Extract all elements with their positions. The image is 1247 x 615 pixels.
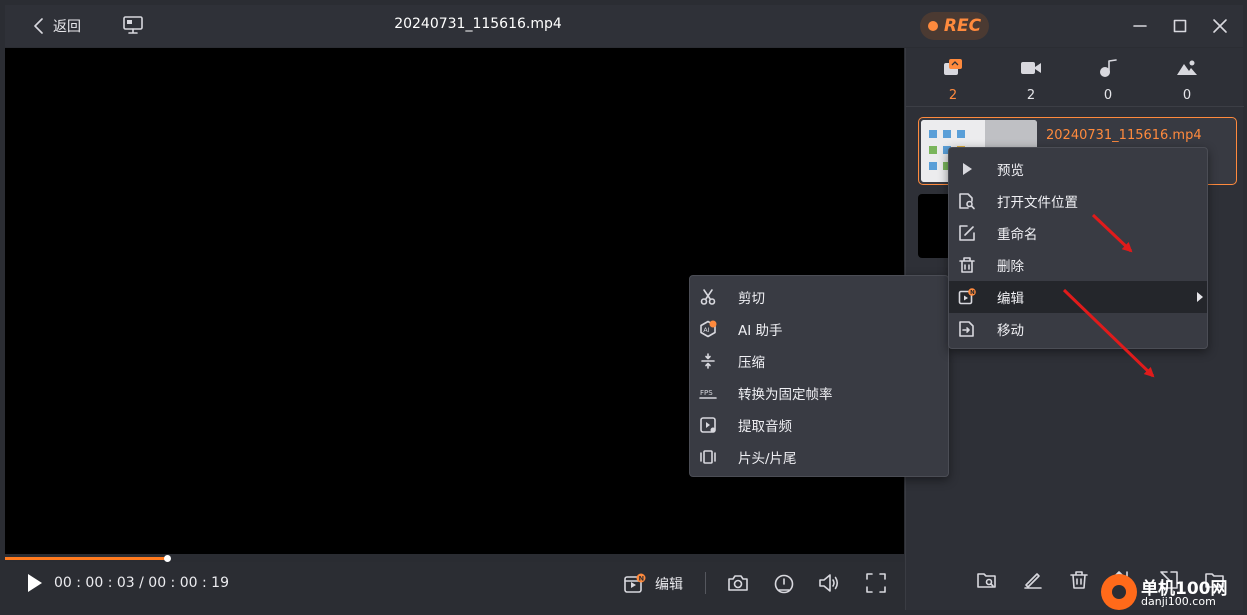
menu-item-label: 片头/片尾 — [738, 451, 797, 467]
category-count: 0 — [1103, 88, 1113, 103]
camera-icon[interactable] — [726, 571, 750, 595]
speed-icon[interactable] — [772, 571, 796, 595]
maximize-icon — [1173, 19, 1187, 33]
svg-text:AI: AI — [703, 326, 709, 334]
menu-item-intro-outro[interactable]: 片头/片尾 — [690, 441, 948, 473]
rename-icon — [959, 225, 975, 241]
divider — [906, 106, 1244, 107]
svg-text:N: N — [639, 575, 644, 583]
rec-button[interactable]: REC — [920, 12, 989, 40]
category-count: 2 — [948, 88, 958, 103]
menu-item-label: 移动 — [997, 323, 1024, 339]
menu-item-ai-assistant[interactable]: AI AI 助手 — [690, 313, 948, 345]
music-icon — [1100, 59, 1117, 77]
photo-icon — [1177, 60, 1197, 75]
edit-ai-icon: N — [958, 288, 976, 305]
category-video[interactable]: 2 — [1011, 58, 1051, 103]
menu-item-compress[interactable]: 压缩 — [690, 345, 948, 377]
fullscreen-icon[interactable] — [864, 571, 888, 595]
scissors-icon — [700, 289, 716, 305]
menu-item-label: 预览 — [997, 163, 1024, 179]
menu-item-edit[interactable]: N 编辑 — [949, 281, 1207, 313]
rename-icon[interactable] — [1021, 568, 1045, 592]
menu-item-label: AI 助手 — [738, 323, 783, 339]
svg-text:N: N — [970, 290, 975, 296]
edit-label: 编辑 — [655, 577, 683, 593]
menu-item-preview[interactable]: 预览 — [949, 153, 1207, 185]
video-icon — [1021, 62, 1041, 74]
minimize-button[interactable] — [1129, 15, 1151, 37]
context-menu: 预览 打开文件位置 重命名 删除 N 编辑 移动 — [948, 147, 1208, 349]
play-icon — [963, 163, 972, 175]
menu-item-open-location[interactable]: 打开文件位置 — [949, 185, 1207, 217]
play-icon[interactable] — [23, 572, 45, 594]
rec-label: REC — [943, 16, 982, 36]
player-controls: 00 : 00 : 03 / 00 : 00 : 19 N 编辑 — [5, 562, 904, 610]
intro-outro-icon — [700, 450, 716, 464]
divider — [705, 572, 706, 594]
menu-item-label: 编辑 — [997, 291, 1024, 307]
watermark-logo: 单机100网 danji100.com — [1095, 566, 1245, 614]
menu-item-label: 转换为固定帧率 — [738, 387, 833, 403]
watermark-url: danji100.com — [1141, 595, 1216, 608]
time-display: 00 : 00 : 03 / 00 : 00 : 19 — [54, 575, 229, 591]
trash-icon — [959, 257, 975, 273]
menu-item-label: 重命名 — [997, 227, 1038, 243]
menu-item-label: 提取音频 — [738, 419, 792, 435]
category-count: 2 — [1026, 88, 1036, 103]
menu-item-rename[interactable]: 重命名 — [949, 217, 1207, 249]
category-count: 0 — [1182, 88, 1192, 103]
file-name: 20240731_115616.mp4 — [1046, 128, 1202, 143]
svg-text:FPS: FPS — [700, 389, 713, 397]
open-folder-icon[interactable] — [975, 568, 999, 592]
menu-item-move[interactable]: 移动 — [949, 313, 1207, 345]
move-icon — [959, 321, 974, 337]
close-button[interactable] — [1209, 15, 1231, 37]
record-dot-icon — [927, 21, 938, 31]
category-image[interactable]: 2 — [933, 58, 973, 103]
chevron-left-icon — [34, 18, 43, 34]
title-bar: 返回 20240731_115616.mp4 REC — [5, 5, 1243, 47]
fps-icon: FPS — [699, 389, 717, 399]
compress-icon — [701, 353, 715, 369]
maximize-button[interactable] — [1169, 15, 1191, 37]
volume-icon[interactable] — [817, 571, 841, 595]
back-label: 返回 — [53, 19, 81, 35]
back-button[interactable]: 返回 — [33, 14, 81, 38]
menu-item-extract-audio[interactable]: 提取音频 — [690, 409, 948, 441]
progress-fill — [5, 557, 167, 560]
extract-audio-icon — [700, 417, 716, 433]
progress-handle[interactable] — [164, 555, 171, 562]
minimize-icon — [1133, 25, 1147, 27]
menu-item-cut[interactable]: 剪切 — [690, 281, 948, 313]
edit-ai-icon: N — [624, 573, 646, 593]
image-icon — [944, 59, 962, 75]
menu-item-label: 打开文件位置 — [997, 195, 1078, 211]
watermark-icon — [1101, 574, 1137, 610]
screen-icon[interactable] — [122, 15, 144, 35]
trash-icon[interactable] — [1067, 568, 1091, 592]
menu-item-label: 删除 — [997, 259, 1024, 275]
ai-assistant-icon: AI — [700, 320, 717, 338]
submenu-arrow-icon — [1197, 292, 1203, 302]
file-title: 20240731_115616.mp4 — [394, 16, 562, 32]
progress-bar[interactable] — [5, 554, 904, 562]
menu-item-label: 压缩 — [738, 355, 765, 371]
folder-search-icon — [959, 193, 975, 210]
category-photo[interactable]: 0 — [1167, 58, 1207, 103]
menu-item-fps[interactable]: FPS 转换为固定帧率 — [690, 377, 948, 409]
menu-item-delete[interactable]: 删除 — [949, 249, 1207, 281]
category-music[interactable]: 0 — [1088, 58, 1128, 103]
close-icon — [1213, 19, 1227, 33]
menu-item-label: 剪切 — [738, 291, 765, 307]
edit-submenu: 剪切 AI AI 助手 压缩 FPS 转换为固定帧率 提取音频 片头/片尾 — [689, 275, 949, 477]
edit-button[interactable]: N 编辑 — [623, 571, 683, 597]
